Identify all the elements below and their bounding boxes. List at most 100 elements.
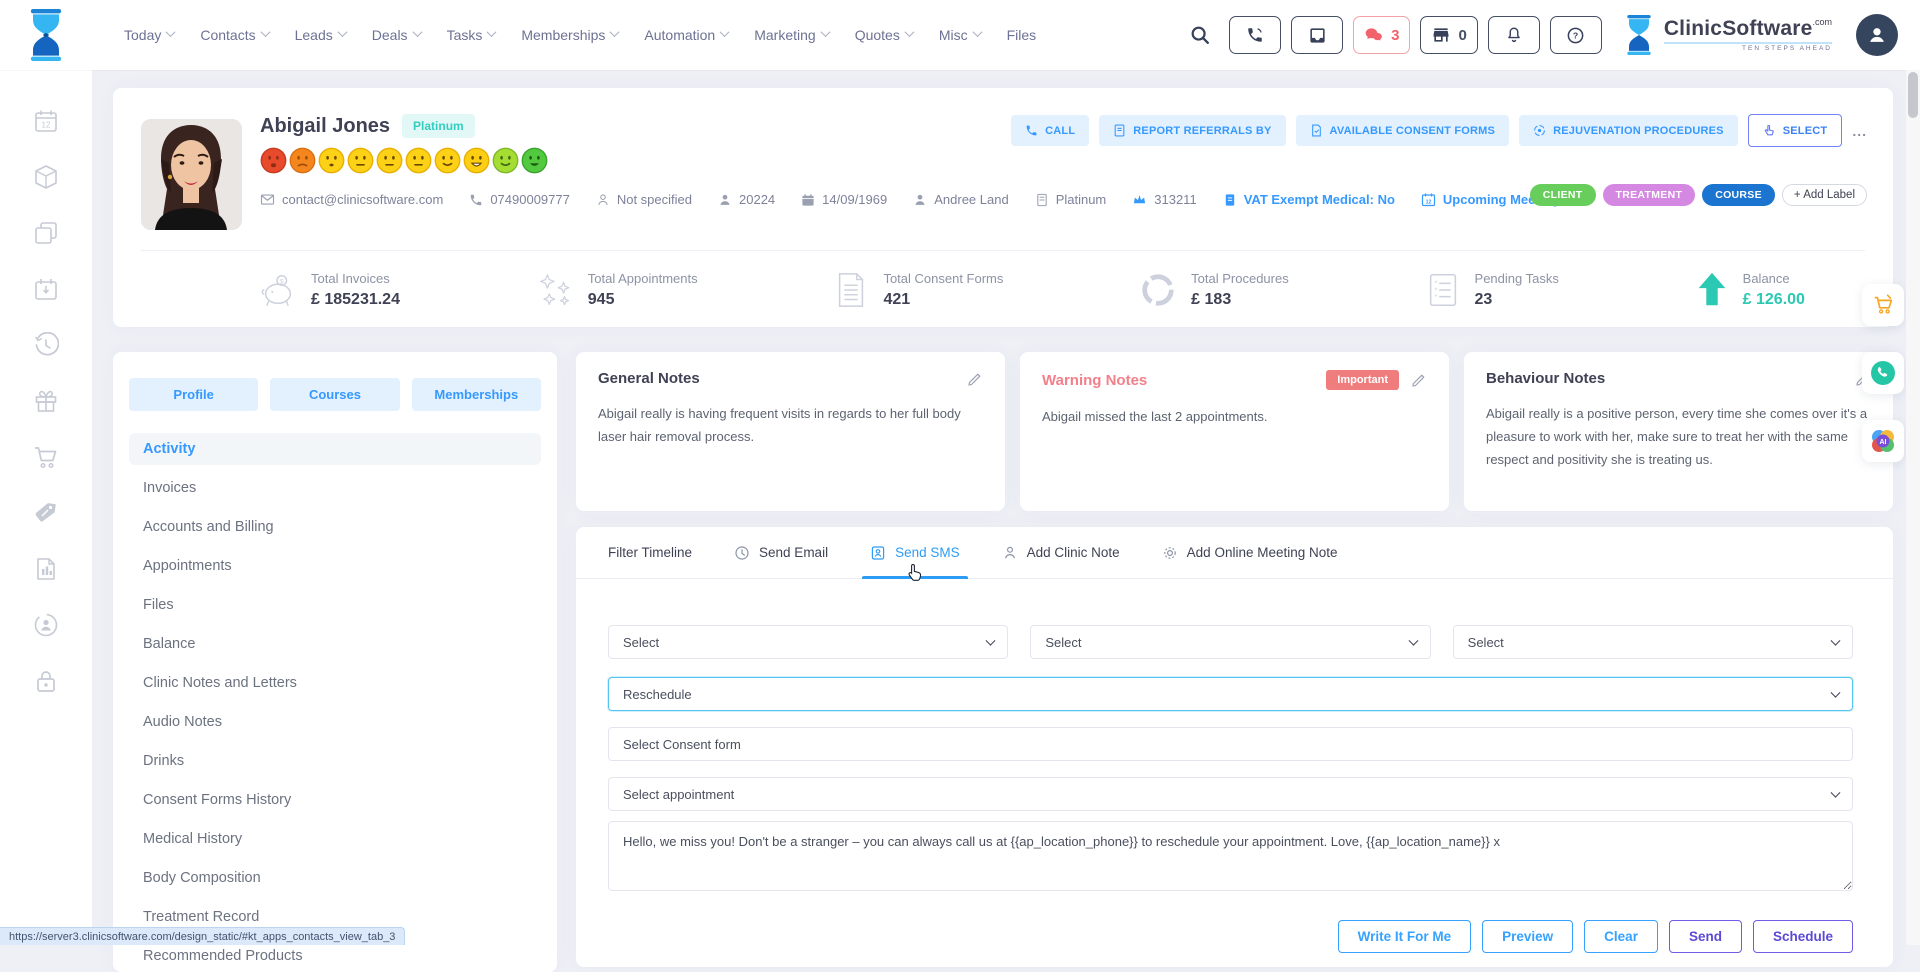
person-sync-icon[interactable] bbox=[33, 612, 59, 638]
sidebar-item-accounts-and-billing[interactable]: Accounts and Billing bbox=[129, 511, 541, 543]
phone-button[interactable] bbox=[1229, 16, 1281, 54]
consent-form-select[interactable]: Select Consent form bbox=[608, 727, 1853, 761]
copy-icon[interactable] bbox=[33, 220, 59, 246]
tab-profile[interactable]: Profile bbox=[129, 378, 258, 411]
basket-button[interactable]: 0 bbox=[1420, 16, 1477, 54]
sms-message-textarea[interactable]: Hello, we miss you! Don't be a stranger … bbox=[608, 821, 1853, 891]
edit-pencil-icon[interactable] bbox=[1411, 372, 1427, 388]
whatsapp-float-button[interactable] bbox=[1862, 352, 1904, 394]
scrollbar-thumb[interactable] bbox=[1908, 72, 1918, 118]
cart-icon[interactable] bbox=[33, 444, 59, 470]
calendar-import-icon[interactable] bbox=[33, 276, 59, 302]
add-label-button[interactable]: + Add Label bbox=[1782, 184, 1867, 206]
sidebar-item-drinks[interactable]: Drinks bbox=[129, 745, 541, 777]
client-email[interactable]: contact@clinicsoftware.com bbox=[260, 192, 443, 207]
preview-button[interactable]: Preview bbox=[1482, 920, 1573, 953]
sidebar-item-files[interactable]: Files bbox=[129, 589, 541, 621]
lock-icon[interactable] bbox=[33, 668, 59, 694]
nav-contacts[interactable]: Contacts bbox=[200, 27, 268, 43]
page-scrollbar[interactable] bbox=[1906, 70, 1920, 945]
brand-com: .com bbox=[1812, 17, 1832, 27]
client-vat-status[interactable]: VAT Exempt Medical: No bbox=[1223, 192, 1395, 207]
calendar-icon[interactable]: 12 bbox=[33, 108, 59, 134]
hourglass-logo-icon bbox=[23, 9, 69, 61]
mood-emoji-icon[interactable] bbox=[463, 147, 490, 174]
nav-tasks[interactable]: Tasks bbox=[447, 27, 496, 43]
mood-emoji-icon[interactable] bbox=[521, 147, 548, 174]
edit-pencil-icon[interactable] bbox=[967, 371, 983, 387]
label-client[interactable]: CLIENT bbox=[1530, 184, 1596, 206]
clear-button[interactable]: Clear bbox=[1584, 920, 1658, 953]
label-treatment[interactable]: TREATMENT bbox=[1603, 184, 1696, 206]
app-logo[interactable] bbox=[0, 0, 92, 70]
mood-emoji-icon[interactable] bbox=[347, 147, 374, 174]
tab-add-clinic-note[interactable]: Add Clinic Note bbox=[1002, 527, 1120, 578]
report-referrals-button[interactable]: REPORT REFERRALS BY bbox=[1099, 115, 1285, 146]
nav-files[interactable]: Files bbox=[1007, 27, 1037, 43]
help-button[interactable]: ? bbox=[1550, 16, 1602, 54]
nav-automation[interactable]: Automation bbox=[644, 27, 728, 43]
write-it-for-me-button[interactable]: Write It For Me bbox=[1338, 920, 1472, 953]
mood-emoji-icon[interactable] bbox=[318, 147, 345, 174]
nav-leads[interactable]: Leads bbox=[295, 27, 346, 43]
top-bar: Today Contacts Leads Deals Tasks Members… bbox=[0, 0, 1920, 70]
mood-emoji-icon[interactable] bbox=[492, 147, 519, 174]
sidebar-item-body-composition[interactable]: Body Composition bbox=[129, 862, 541, 894]
appointment-select[interactable]: Select appointment bbox=[608, 777, 1853, 811]
tab-send-sms[interactable]: Send SMS bbox=[870, 527, 960, 578]
more-options-button[interactable]: ... bbox=[1852, 123, 1867, 139]
send-button[interactable]: Send bbox=[1669, 920, 1742, 953]
select-dropdown-2[interactable]: Select bbox=[1030, 625, 1430, 659]
tab-send-email[interactable]: Send Email bbox=[734, 527, 828, 578]
nav-quotes[interactable]: Quotes bbox=[855, 27, 913, 43]
phone-icon bbox=[1025, 124, 1038, 137]
template-select[interactable]: Reschedule bbox=[608, 677, 1853, 711]
available-consent-forms-button[interactable]: AVAILABLE CONSENT FORMS bbox=[1296, 115, 1510, 146]
report-icon[interactable] bbox=[33, 556, 59, 582]
nav-marketing[interactable]: Marketing bbox=[754, 27, 828, 43]
sidebar-item-audio-notes[interactable]: Audio Notes bbox=[129, 706, 541, 738]
schedule-button[interactable]: Schedule bbox=[1753, 920, 1853, 953]
mood-emoji-icon[interactable] bbox=[260, 147, 287, 174]
sidebar-item-clinic-notes-and-letters[interactable]: Clinic Notes and Letters bbox=[129, 667, 541, 699]
mood-emoji-icon[interactable] bbox=[289, 147, 316, 174]
sidebar-item-activity[interactable]: Activity bbox=[129, 433, 541, 465]
general-notes-card: General Notes Abigail really is having f… bbox=[576, 352, 1005, 511]
history-icon[interactable] bbox=[33, 332, 59, 358]
package-icon[interactable] bbox=[33, 164, 59, 190]
notifications-button[interactable] bbox=[1488, 16, 1540, 54]
nav-deals[interactable]: Deals bbox=[372, 27, 421, 43]
ai-assistant-float-button[interactable]: AI bbox=[1862, 420, 1904, 462]
tab-filter-timeline[interactable]: Filter Timeline bbox=[608, 527, 692, 578]
tab-courses[interactable]: Courses bbox=[270, 378, 399, 411]
chat-button[interactable]: 3 bbox=[1353, 16, 1410, 54]
tab-add-online-meeting-note[interactable]: Add Online Meeting Note bbox=[1162, 527, 1338, 578]
sidebar-item-balance[interactable]: Balance bbox=[129, 628, 541, 660]
sidebar-item-invoices[interactable]: Invoices bbox=[129, 472, 541, 504]
tab-memberships[interactable]: Memberships bbox=[412, 378, 541, 411]
nav-memberships[interactable]: Memberships bbox=[521, 27, 618, 43]
user-avatar[interactable] bbox=[1856, 14, 1898, 56]
sidebar-item-consent-forms-history[interactable]: Consent Forms History bbox=[129, 784, 541, 816]
client-phone[interactable]: 07490009777 bbox=[469, 192, 570, 207]
crown-icon bbox=[1132, 192, 1147, 207]
rejuvenation-procedures-button[interactable]: REJUVENATION PROCEDURES bbox=[1519, 115, 1738, 146]
bell-icon bbox=[1505, 26, 1523, 44]
nav-today[interactable]: Today bbox=[124, 27, 174, 43]
mood-emoji-icon[interactable] bbox=[405, 147, 432, 174]
mood-emoji-icon[interactable] bbox=[376, 147, 403, 174]
gift-icon[interactable] bbox=[33, 388, 59, 414]
sidebar-item-appointments[interactable]: Appointments bbox=[129, 550, 541, 582]
select-dropdown-1[interactable]: Select bbox=[608, 625, 1008, 659]
label-course[interactable]: COURSE bbox=[1702, 184, 1775, 206]
search-button[interactable] bbox=[1189, 24, 1211, 46]
sidebar-item-medical-history[interactable]: Medical History bbox=[129, 823, 541, 855]
call-button[interactable]: CALL bbox=[1011, 115, 1089, 146]
discount-tag-icon[interactable] bbox=[33, 500, 59, 526]
select-dropdown-3[interactable]: Select bbox=[1453, 625, 1853, 659]
select-button[interactable]: SELECT bbox=[1748, 114, 1843, 147]
inbox-button[interactable] bbox=[1291, 16, 1343, 54]
nav-misc[interactable]: Misc bbox=[939, 27, 981, 43]
mood-emoji-icon[interactable] bbox=[434, 147, 461, 174]
basket-float-button[interactable] bbox=[1862, 284, 1904, 326]
